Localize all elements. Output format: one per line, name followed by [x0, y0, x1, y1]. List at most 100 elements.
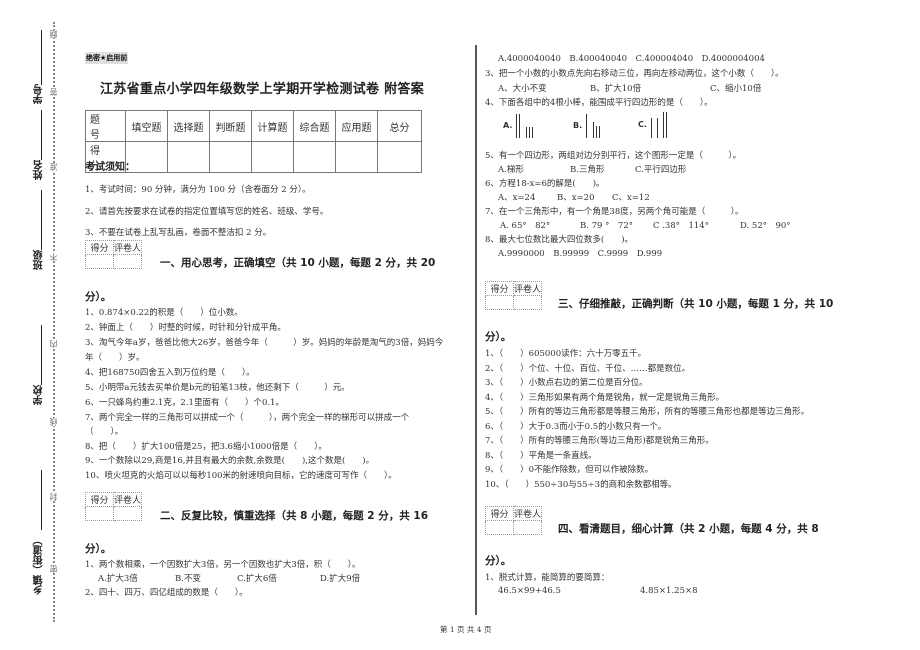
grader-box: 得分 评卷人 [85, 492, 142, 521]
question-item: 6、一只蜂鸟约重2.1克，2.1里面有（ ）个0.1。 [85, 398, 284, 408]
question-item: 1、0.874×0.22的积是（ ）位小数。 [85, 308, 243, 318]
question-item: 4、下面各组中的4根小棒，能围成平行四边形的是（ ）。 [485, 98, 713, 108]
score-header-cell: 选择题 [167, 110, 210, 142]
judgement-item: 10、（ ）550÷30与55÷3的商和余数都相等。 [485, 480, 677, 490]
question-item: 年（ ）岁。 [85, 353, 145, 363]
judgement-item: 9、（ ）0不能作除数，但可以作被除数。 [485, 465, 654, 475]
seal-char: 准 [48, 163, 59, 171]
option: C.平行四边形 [635, 165, 687, 175]
grader-reviewer-label: 评卷人 [113, 492, 142, 507]
stick-option-c[interactable]: C. [638, 110, 667, 138]
grader-score-label: 得分 [85, 240, 114, 255]
grader-score-cell[interactable] [485, 295, 514, 310]
question-item: 8、最大七位数比最大四位数多( )。 [485, 235, 634, 245]
notice-item: 1、考试时间：90 分钟，满分为 100 分（含卷面分 2 分）。 [85, 185, 311, 195]
option: C .38° 114° [653, 221, 709, 231]
question-item: 1、脱式计算，能简算的要简算： [485, 573, 610, 583]
option: A.9990000 B.99999 C.9999 D.999 [498, 249, 663, 259]
judgement-item: 7、（ ）所有的等腰三角形(等边三角形)都是锐角三角形。 [485, 436, 714, 446]
option: B.三角形 [570, 165, 605, 175]
seal-dotted-line [53, 22, 55, 622]
option-label: A. [503, 120, 513, 130]
grader-reviewer-cell[interactable] [113, 506, 142, 521]
option: A. 65° 82° [500, 221, 551, 231]
score-cell[interactable] [377, 141, 422, 173]
page-title: 江苏省重点小学四年级数学上学期开学检测试卷 附答案 [100, 82, 425, 97]
stick-option-a[interactable]: A. [503, 112, 534, 138]
grader-score-label: 得分 [485, 281, 514, 296]
seal-char: 封 [48, 493, 59, 501]
stick [593, 122, 595, 138]
grader-reviewer-cell[interactable] [513, 295, 542, 310]
score-header-cell: 综合题 [293, 110, 336, 142]
question-item: 6、方程18-x=6的解是( )。 [485, 179, 605, 189]
option: C.扩大6倍 [237, 574, 277, 584]
school-label: 学校 [34, 385, 45, 405]
student-id-label: 学号 [34, 84, 45, 104]
stick [596, 126, 598, 138]
score-table-score-row: 得 分 [85, 141, 422, 173]
grader-box: 得分 评卷人 [85, 240, 142, 269]
grader-reviewer-label: 评卷人 [513, 506, 542, 521]
column-divider [475, 45, 477, 615]
grader-score-label: 得分 [485, 506, 514, 521]
score-cell[interactable] [251, 141, 294, 173]
judgement-item: 3、（ ）小数点右边的第二位是百分位。 [485, 378, 648, 388]
stick [662, 112, 664, 138]
grader-score-cell[interactable] [485, 520, 514, 535]
option: C、x=12 [612, 193, 650, 203]
stick [516, 114, 518, 138]
stick [519, 114, 521, 138]
stick [665, 112, 667, 138]
stick-option-b[interactable]: B. [573, 112, 601, 138]
option: B. 79 ° 72° [580, 221, 633, 231]
grader-reviewer-label: 评卷人 [113, 240, 142, 255]
stick [529, 127, 531, 138]
judgement-item: 5、（ ）所有的等边三角形都是等腰三角形，所有的等腰三角形也都是等边三角形。 [485, 407, 810, 417]
judgement-item: 8、（ ）平角是一条直线。 [485, 451, 597, 461]
question-item: 5、小明带a元钱去买单价是b元的铅笔13枝，他还剩下（ ）元。 [85, 383, 350, 393]
section1-heading: 一、用心思考，正确填空（共 10 小题，每题 2 分，共 20 [160, 257, 436, 269]
expression: 4.85×1.25×8 [640, 586, 698, 596]
question-item: 1、两个数相乘，一个因数扩大3倍，另一个因数也扩大3倍，积（ ）。 [85, 560, 361, 570]
grader-box: 得分 评卷人 [485, 281, 542, 310]
option: D.扩大9倍 [320, 574, 361, 584]
grader-reviewer-cell[interactable] [513, 520, 542, 535]
score-table: 题 号 填空题 选择题 判断题 计算题 综合题 应用题 总分 得 分 [85, 110, 422, 173]
stick [586, 114, 588, 138]
judgement-item: 4、（ ）三角形如果有两个角是锐角，就一定是锐角三角形。 [485, 393, 725, 403]
section4-heading-cont: 分）。 [485, 555, 512, 567]
section4-heading: 四、看清题目，细心计算（共 2 小题，每题 4 分，共 8 [558, 523, 819, 535]
seal-char: 不 [48, 253, 59, 261]
score-cell[interactable] [167, 141, 210, 173]
grader-reviewer-cell[interactable] [113, 254, 142, 269]
notice-heading: 考试须知： [85, 162, 135, 173]
seal-char: 密 [48, 565, 59, 573]
score-header-cell: 应用题 [335, 110, 378, 142]
student-id-blank [41, 30, 42, 85]
judgement-item: 1、（ ）605000读作：六十万零五千。 [485, 349, 647, 359]
score-cell[interactable] [209, 141, 252, 173]
stick [656, 118, 658, 138]
grader-score-cell[interactable] [85, 254, 114, 269]
grader-box: 得分 评卷人 [485, 506, 542, 535]
grader-score-cell[interactable] [85, 506, 114, 521]
page-indicator: 第 1 页 共 4 页 [440, 625, 492, 634]
section2-heading: 二、反复比较，慎重选择（共 8 小题，每题 2 分，共 16 [160, 510, 429, 522]
option-label: C. [638, 119, 647, 129]
notice-item: 2、请首先按要求在试卷的指定位置填写您的姓名、班级、学号。 [85, 207, 329, 217]
judgement-item: 2、（ ）个位、十位、百位、千位、……都是数位。 [485, 364, 691, 374]
section1-heading-cont: 分）。 [85, 291, 112, 303]
score-cell[interactable] [335, 141, 378, 173]
score-header-cell: 总分 [377, 110, 422, 142]
school-blank [41, 325, 42, 385]
score-cell[interactable] [293, 141, 336, 173]
judgement-item: 6、（ ）大于0.3而小于0.5的小数只有一个。 [485, 422, 667, 432]
score-header-cell: 填空题 [125, 110, 168, 142]
question-item: 2、四十、四万、四亿组成的数是（ ）。 [85, 588, 248, 598]
option: B.不变 [175, 574, 201, 584]
question-item: 4、把168750四舍五入到万位约是（ ）。 [85, 368, 255, 378]
question-item: 9、一个数除以29,商是16,并且有最大的余数,余数是( ),这个数是( )。 [85, 456, 375, 466]
seal-char: 题 [48, 30, 59, 38]
name-label: 姓名 [34, 160, 45, 180]
